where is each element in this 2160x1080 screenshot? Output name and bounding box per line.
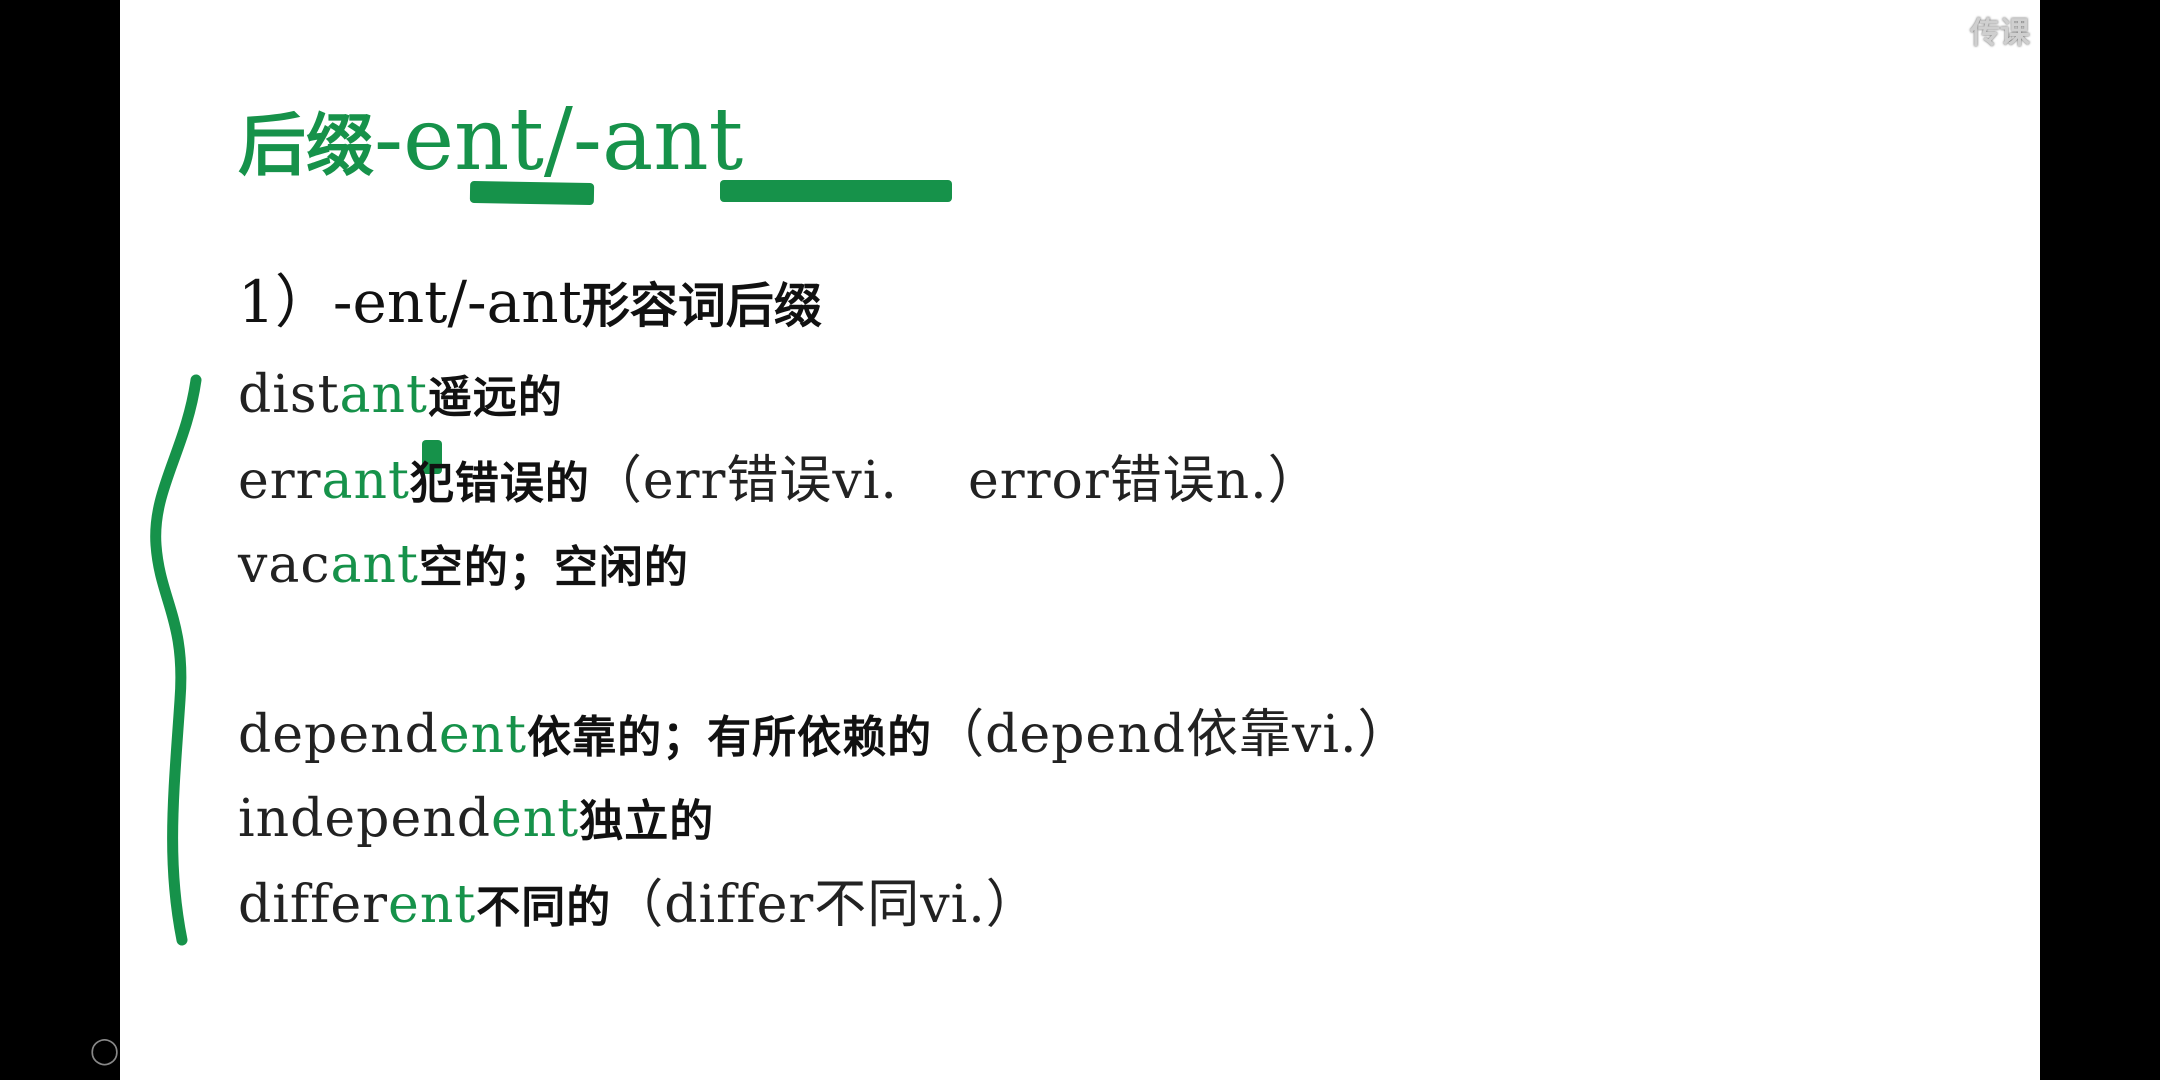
slide: 后缀-ent/-ant 1）-ent/-ant形容词后缀 distant遥远的 … — [120, 0, 2040, 1080]
word-line-dependent: dependent依靠的；有所依赖的（depend依靠vi.） — [238, 705, 1411, 765]
word-line-independent: independent独立的 — [238, 789, 715, 849]
word-line-vacant: vacant空的；空闲的 — [238, 535, 689, 595]
word-line-distant: distant遥远的 — [238, 365, 563, 425]
watermark-logo: 传课 — [1970, 16, 2030, 51]
word-line-errant: errant犯错误的（err错误vi. error错误n.） — [238, 451, 1321, 511]
word-line-different: different不同的（differ不同vi.） — [238, 875, 1039, 935]
user-icon[interactable]: ◯ — [90, 1036, 119, 1066]
